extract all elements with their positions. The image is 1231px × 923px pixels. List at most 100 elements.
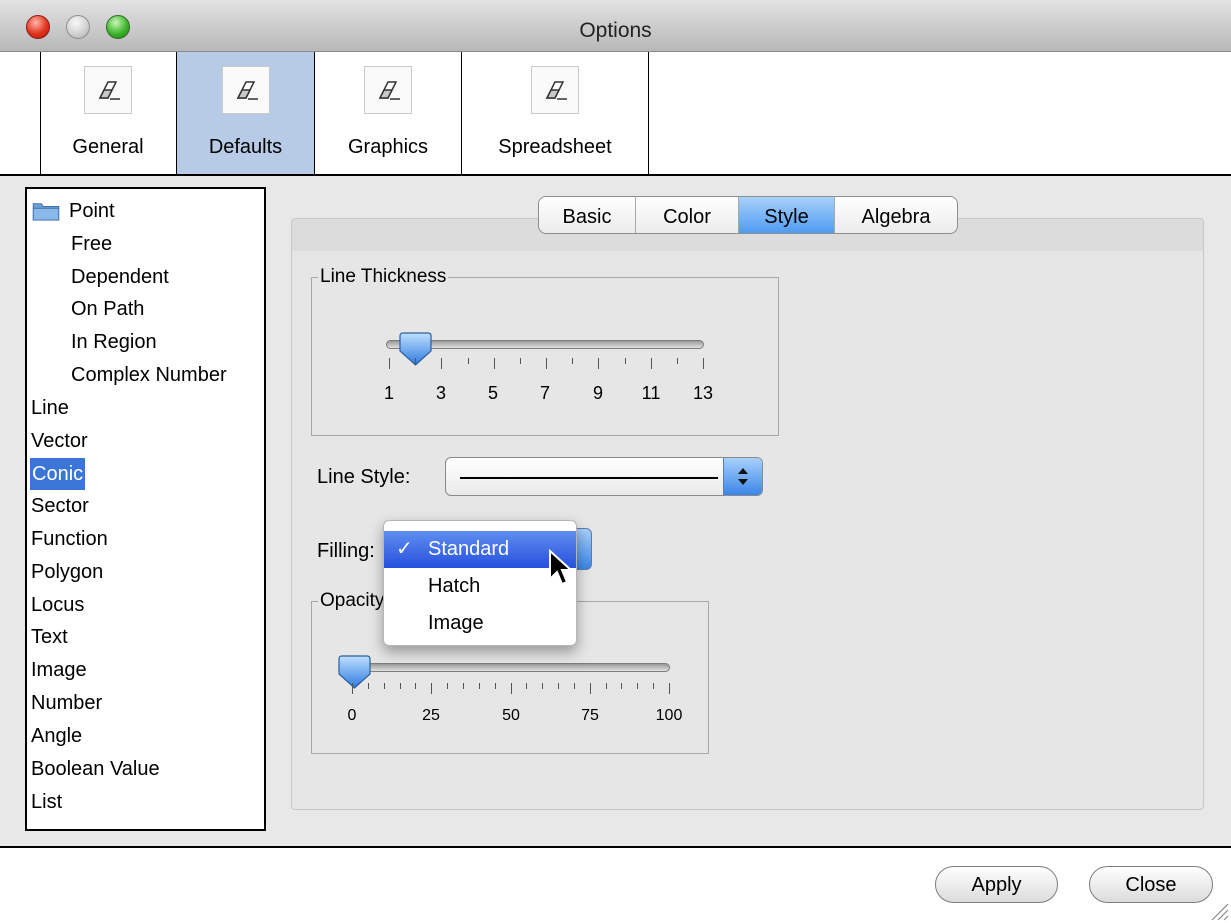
tree-item-function[interactable]: Function xyxy=(31,523,108,555)
slider-tick xyxy=(703,358,704,369)
line-style-label: Line Style: xyxy=(317,466,411,488)
tree-item-number[interactable]: Number xyxy=(31,687,102,719)
line-style-select[interactable] xyxy=(445,457,763,496)
slider-tick xyxy=(399,683,401,689)
tree-item-boolean-value[interactable]: Boolean Value xyxy=(31,753,160,785)
solid-line-preview xyxy=(460,477,718,479)
slider-tick xyxy=(431,683,433,694)
lt-tick-label: 7 xyxy=(539,383,550,403)
tab-color[interactable]: Color xyxy=(636,197,739,233)
checkmark-icon: ✓ xyxy=(396,538,413,560)
slider-tick xyxy=(546,358,547,369)
slider-tick xyxy=(653,683,655,689)
eraser-icon xyxy=(364,66,412,114)
toolbar-defaults-label: Defaults xyxy=(208,136,283,158)
tab-style[interactable]: Style xyxy=(739,197,835,233)
slider-tick xyxy=(526,683,528,689)
slider-tick xyxy=(598,358,600,369)
slider-tick xyxy=(605,683,607,689)
eraser-icon xyxy=(222,66,270,114)
slider-tick xyxy=(624,358,626,364)
opacity-slider-thumb[interactable] xyxy=(338,655,371,689)
resize-grip-icon[interactable] xyxy=(1207,899,1229,921)
tree-item-list[interactable]: List xyxy=(31,786,62,818)
toolbar-defaults-button[interactable]: Defaults xyxy=(177,52,315,174)
toolbar-spreadsheet-button[interactable]: Spreadsheet xyxy=(462,52,649,174)
tree-item-image[interactable]: Image xyxy=(31,654,87,686)
slider-tick xyxy=(519,358,521,364)
updown-arrows-icon xyxy=(723,458,762,495)
folder-icon xyxy=(32,203,60,221)
slider-tick xyxy=(462,683,464,689)
apply-button[interactable]: Apply xyxy=(935,866,1058,903)
tree-item-dependent[interactable]: Dependent xyxy=(71,261,169,293)
lt-tick-label: 5 xyxy=(487,383,498,403)
line-thickness-group: Line Thickness xyxy=(311,266,779,436)
tree-item-text[interactable]: Text xyxy=(31,621,68,653)
line-thickness-track[interactable] xyxy=(386,340,704,349)
lt-tick-label: 1 xyxy=(383,383,394,403)
slider-tick xyxy=(542,683,544,689)
op-tick-label: 100 xyxy=(655,707,683,724)
tree-item-locus[interactable]: Locus xyxy=(31,589,84,621)
toolbar-general-button[interactable]: General xyxy=(40,52,177,174)
options-window: Options General Defaults Graphics Spread… xyxy=(0,0,1231,923)
tab-algebra[interactable]: Algebra xyxy=(835,197,957,233)
tab-basic[interactable]: Basic xyxy=(539,197,636,233)
slider-tick xyxy=(352,683,353,694)
lt-tick-label: 13 xyxy=(692,383,714,403)
slider-tick xyxy=(478,683,480,689)
toolbar-spreadsheet-label: Spreadsheet xyxy=(498,136,612,158)
lt-tick-label: 9 xyxy=(592,383,603,403)
tree-item-conic[interactable]: Conic xyxy=(30,458,86,490)
object-type-tree[interactable]: Point Free Dependent On Path In Region C… xyxy=(25,187,266,831)
lt-tick-label: 11 xyxy=(641,383,661,403)
slider-tick xyxy=(589,683,591,694)
slider-tick xyxy=(572,358,574,364)
opacity-track[interactable] xyxy=(340,663,670,672)
tree-item-angle[interactable]: Angle xyxy=(31,720,82,752)
slider-tick xyxy=(621,683,623,689)
slider-tick xyxy=(367,683,369,689)
window-title: Options xyxy=(579,19,652,42)
slider-tick xyxy=(447,683,449,689)
tree-item-polygon[interactable]: Polygon xyxy=(31,556,103,588)
tab-bar: Basic Color Style Algebra xyxy=(538,196,958,234)
slider-tick xyxy=(573,683,575,689)
slider-tick xyxy=(650,358,652,369)
tree-item-on-path[interactable]: On Path xyxy=(71,293,144,325)
title-bar[interactable]: Options xyxy=(0,0,1231,52)
slider-tick xyxy=(510,683,512,694)
toolbar-graphics-label: Graphics xyxy=(347,136,429,158)
slider-tick xyxy=(389,358,390,369)
filling-option-image[interactable]: Image xyxy=(384,605,576,642)
slider-tick xyxy=(415,683,417,689)
tree-item-complex-number[interactable]: Complex Number xyxy=(71,359,227,391)
tree-item-point[interactable]: Point xyxy=(69,195,115,227)
slider-tick xyxy=(669,683,670,694)
slider-tick xyxy=(558,683,560,689)
tree-item-line[interactable]: Line xyxy=(31,392,69,424)
filling-label: Filling: xyxy=(317,540,375,562)
op-tick-label: 75 xyxy=(581,707,599,724)
eraser-icon xyxy=(531,66,579,114)
tree-item-in-region[interactable]: In Region xyxy=(71,326,157,358)
slider-tick xyxy=(493,358,495,369)
slider-tick xyxy=(415,358,417,364)
line-thickness-label: Line Thickness xyxy=(318,266,449,288)
slider-tick xyxy=(441,358,443,369)
lt-tick-label: 3 xyxy=(435,383,446,403)
close-button[interactable]: Close xyxy=(1089,866,1213,903)
toolbar-general-label: General xyxy=(72,136,144,158)
op-tick-label: 0 xyxy=(347,707,357,724)
tree-item-free[interactable]: Free xyxy=(71,228,112,260)
slider-tick xyxy=(383,683,385,689)
eraser-icon xyxy=(84,66,132,114)
tree-item-sector[interactable]: Sector xyxy=(31,490,89,522)
tree-item-vector[interactable]: Vector xyxy=(31,425,88,457)
slider-tick xyxy=(467,358,469,364)
toolbar-graphics-button[interactable]: Graphics xyxy=(315,52,462,174)
mouse-pointer-icon xyxy=(549,549,574,586)
opacity-label: Opacity xyxy=(318,590,387,612)
op-tick-label: 25 xyxy=(422,707,440,724)
